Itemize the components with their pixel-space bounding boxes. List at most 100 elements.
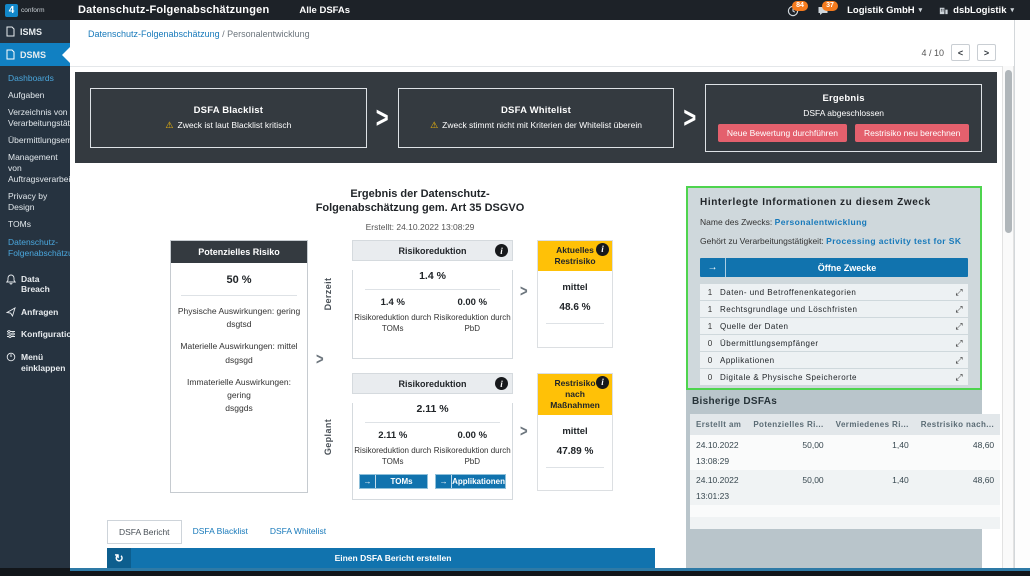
column-restrisiko[interactable]: Restrisiko nach... — [915, 414, 1000, 435]
top-bar: 4 conform Datenschutz-Folgenabschätzunge… — [0, 0, 1030, 20]
result-heading: Ergebnis der Datenschutz- Folgenabschätz… — [280, 188, 560, 232]
risk-reduction-header: Risikoreduktion i — [352, 373, 513, 394]
current-residual-risk-box: Aktuelles Restrisiko i mittel 48.6 % — [537, 240, 613, 348]
previous-dsfas-title: Bisherige DSFAs — [692, 396, 978, 407]
current-pbd-reduction: 0.00 % Risikoreduktion durch PbD — [433, 297, 513, 334]
chevron-right-icon: > — [376, 100, 389, 135]
info-icon[interactable]: i — [596, 243, 609, 256]
vertical-scrollbar-thumb[interactable] — [1005, 70, 1012, 233]
message-badge: 37 — [822, 1, 838, 11]
expand-icon[interactable]: ⤢ — [950, 338, 968, 349]
processing-activity-row: Gehört zu Verarbeitungstätigkeit: Proces… — [700, 236, 968, 246]
prev-page-button[interactable]: < — [951, 44, 970, 61]
warning-icon: ⚠ — [430, 120, 438, 131]
table-row[interactable]: 24.10.202213:01:23 50,00 1,40 48,60 — [690, 470, 1000, 505]
impact-immateriell: Immaterielle Auswirkungen: geringdsggds — [171, 376, 307, 416]
recalculate-risk-button[interactable]: Restrisiko neu berechnen — [855, 124, 969, 142]
dsfa-status-banner: DSFA Blacklist ⚠ Zweck ist laut Blacklis… — [75, 72, 997, 163]
risk-reduction-header: Risikoreduktion i — [352, 240, 513, 261]
chevron-right-icon: > — [520, 281, 528, 301]
list-item-datenkategorien[interactable]: 1 Daten- und Betroffenenkategorien ⤢ — [700, 284, 968, 300]
list-item-applikationen[interactable]: 0 Applikationen ⤢ — [700, 352, 968, 368]
expand-icon[interactable]: ⤢ — [950, 304, 968, 315]
menu-all-dsfas[interactable]: Alle DSFAs — [299, 5, 350, 16]
purpose-name-link[interactable]: Personalentwicklung — [775, 217, 868, 227]
sidebar-item-collapse-menu[interactable]: Menü einklappen — [0, 346, 70, 379]
arrow-right-icon: → — [436, 475, 452, 488]
expand-icon[interactable]: ⤢ — [950, 355, 968, 366]
planned-residual-risk-box: Restrisiko nach Maßnahmen i mittel 47.89… — [537, 373, 613, 491]
divider — [70, 66, 1002, 67]
sidebar-item-aufgaben[interactable]: Aufgaben — [0, 87, 70, 104]
sidebar-item-uebermittlungsempfaenger[interactable]: Übermittlungsempfänger — [0, 132, 70, 149]
current-reduction-total: 1.4 % — [353, 270, 512, 282]
sidebar-item-verzeichnis[interactable]: Verzeichnis von Verarbeitungstätigkeiten — [0, 104, 70, 132]
sidebar-item-data-breach[interactable]: Data Breach — [0, 268, 70, 301]
sidebar-item-dsms[interactable]: DSMS — [0, 43, 70, 66]
expand-icon[interactable]: ⤢ — [950, 287, 968, 298]
table-row[interactable]: 24.10.202213:08:29 50,00 1,40 48,60 — [690, 435, 1000, 470]
impact-materiell: Materielle Auswirkungen: mitteldsgsgd — [171, 340, 307, 366]
planned-toms-reduction: 2.11 % Risikoreduktion durch TOMs — [353, 430, 433, 467]
info-icon[interactable]: i — [495, 244, 508, 257]
list-item-rechtsgrundlage[interactable]: 1 Rechtsgrundlage und Löschfristen ⤢ — [700, 301, 968, 317]
breadcrumb-current: Personalentwicklung — [227, 29, 310, 39]
list-item-speicherorte[interactable]: 0 Digitale & Physische Speicherorte ⤢ — [700, 369, 968, 385]
divider — [365, 422, 500, 423]
column-erstellt-am[interactable]: Erstellt am — [690, 414, 747, 435]
main-content: Datenschutz-Folgenabschätzung / Personal… — [70, 20, 1002, 568]
sidebar-item-label: Menü einklappen — [21, 352, 65, 373]
result-heading-line1: Ergebnis der Datenschutz- — [280, 188, 560, 202]
result-title: Ergebnis — [823, 93, 865, 104]
table-header-row: Erstellt am Potenzielles Ri... Vermieden… — [690, 414, 1000, 435]
info-icon[interactable]: i — [596, 376, 609, 389]
list-item-quelle[interactable]: 1 Quelle der Daten ⤢ — [700, 318, 968, 334]
vertical-scrollbar-track[interactable] — [1002, 66, 1014, 568]
sidebar-item-privacy-by-design[interactable]: Privacy by Design — [0, 188, 70, 216]
expand-icon[interactable]: ⤢ — [950, 372, 968, 383]
expand-icon[interactable]: ⤢ — [950, 321, 968, 332]
column-potenzielles-risiko[interactable]: Potenzielles Ri... — [747, 414, 829, 435]
app-logo[interactable]: 4 conform — [0, 4, 70, 17]
messages-button[interactable]: 37 — [817, 4, 831, 16]
blacklist-title: DSFA Blacklist — [194, 105, 264, 116]
sidebar-item-konfiguration[interactable]: Konfiguration — [0, 323, 70, 346]
column-vermiedenes-risiko[interactable]: Vermiedenes Ri... — [830, 414, 915, 435]
company-menu[interactable]: Logistik GmbH ▾ — [847, 5, 922, 16]
processing-activity-link[interactable]: Processing activity test for SK — [826, 236, 961, 246]
toms-button[interactable]: → TOMs — [359, 474, 428, 489]
blacklist-status-box: DSFA Blacklist ⚠ Zweck ist laut Blacklis… — [90, 88, 367, 148]
bell-icon — [6, 274, 16, 285]
chevron-right-icon: > — [520, 421, 528, 441]
list-item-uebermittlungsempfaenger[interactable]: 0 Übermittlungsempfänger ⤢ — [700, 335, 968, 351]
sidebar-item-label: Anfragen — [21, 307, 58, 318]
next-page-button[interactable]: > — [977, 44, 996, 61]
user-menu[interactable]: dsbLogistik ▾ — [938, 5, 1014, 16]
info-icon[interactable]: i — [495, 377, 508, 390]
right-gutter — [1014, 20, 1030, 568]
sidebar-item-auftragsverarbeiter[interactable]: Management von Auftragsverarbeitern — [0, 149, 70, 188]
tab-dsfa-bericht[interactable]: DSFA Bericht — [107, 520, 182, 544]
breadcrumb-parent-link[interactable]: Datenschutz-Folgenabschätzung — [88, 29, 220, 39]
sliders-icon — [6, 329, 16, 339]
tab-dsfa-blacklist[interactable]: DSFA Blacklist — [182, 520, 259, 544]
new-assessment-button[interactable]: Neue Bewertung durchführen — [718, 124, 847, 142]
whitelist-title: DSFA Whitelist — [501, 105, 571, 116]
sidebar-item-dashboards[interactable]: Dashboards — [0, 70, 70, 87]
sidebar-item-anfragen[interactable]: Anfragen — [0, 301, 70, 324]
notifications-button[interactable]: 84 — [787, 4, 801, 16]
planned-risk-reduction-box: Risikoreduktion i 2.11 % 2.11 % Risikore… — [352, 373, 513, 500]
purpose-info-panel: Hinterlegte Informationen zu diesem Zwec… — [686, 186, 982, 390]
tab-dsfa-whitelist[interactable]: DSFA Whitelist — [259, 520, 337, 544]
sidebar-item-dsfa[interactable]: Datenschutz-Folgenabschätzungen — [0, 234, 70, 262]
sidebar-item-isms[interactable]: ISMS — [0, 20, 70, 43]
open-purposes-button[interactable]: → Öffne Zwecke — [700, 258, 968, 277]
create-report-button[interactable]: ↻ Einen DSFA Bericht erstellen — [107, 548, 655, 568]
chevron-right-icon: > — [683, 100, 696, 135]
row-label-derzeit: Derzeit — [323, 264, 333, 324]
breadcrumb: Datenschutz-Folgenabschätzung / Personal… — [88, 29, 310, 39]
current-toms-reduction: 1.4 % Risikoreduktion durch TOMs — [353, 297, 433, 334]
applikationen-button[interactable]: → Applikationen — [435, 474, 506, 489]
planned-residual-level: mittel — [538, 426, 612, 437]
sidebar-item-toms[interactable]: TOMs — [0, 216, 70, 233]
